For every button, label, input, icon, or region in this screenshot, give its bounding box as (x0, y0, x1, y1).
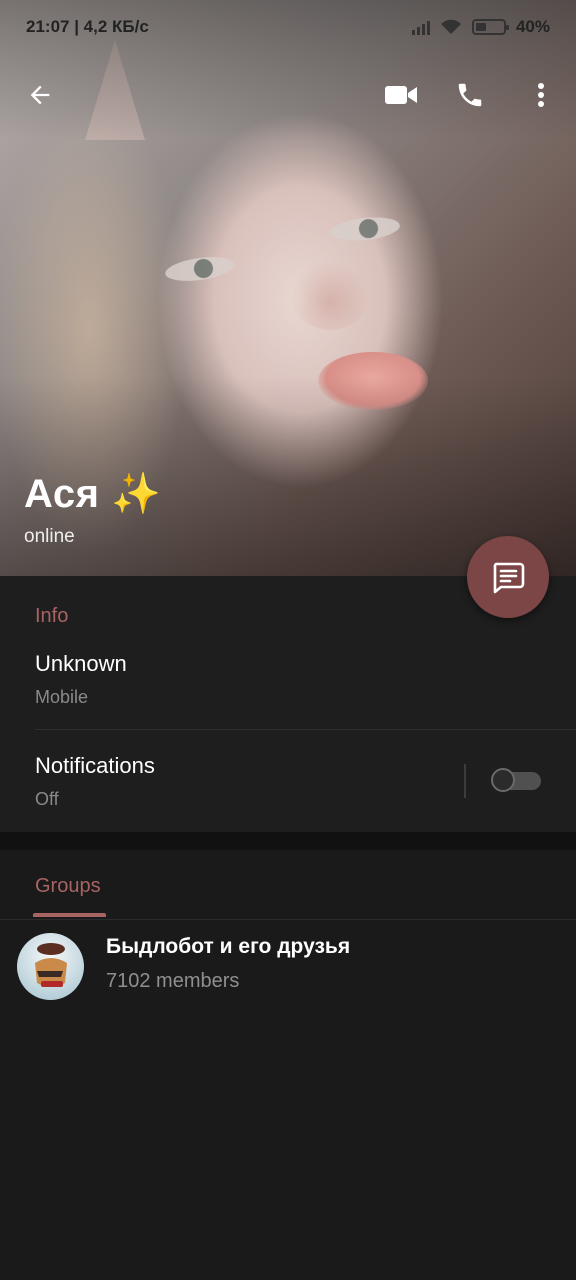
status-bar: 21:07 | 4,2 КБ/с 40% (0, 0, 576, 54)
battery-percent: 40% (515, 17, 550, 36)
section-gap (0, 832, 576, 850)
video-camera-icon (385, 86, 417, 104)
photo-eye-right (329, 214, 401, 244)
message-icon (493, 562, 525, 594)
group-avatar (17, 933, 84, 1000)
phone-label: Mobile (35, 687, 89, 707)
tab-indicator (33, 913, 106, 917)
photo-nose (290, 260, 370, 330)
vertical-separator (464, 764, 466, 798)
back-button[interactable] (15, 70, 65, 120)
status-time-speed: 21:07 | 4,2 КБ/с (26, 17, 149, 36)
video-call-button[interactable] (376, 70, 426, 120)
more-vertical-icon (538, 83, 544, 107)
battery-icon (471, 19, 509, 35)
phone-icon (458, 83, 482, 107)
phone-value[interactable]: Unknown (35, 651, 127, 677)
group-avatar-image (35, 943, 67, 987)
tab-groups[interactable]: Groups (35, 875, 101, 898)
group-members-count: 7102 members (106, 970, 240, 992)
profile-online-status: online (24, 526, 75, 547)
group-name: Быдлобот и его друзья (106, 935, 351, 958)
info-section-title: Info (35, 605, 69, 627)
photo-eye-left (163, 253, 237, 285)
divider (35, 729, 576, 730)
arrow-left-icon (30, 85, 50, 105)
wifi-icon (440, 19, 461, 34)
notifications-label[interactable]: Notifications (35, 753, 155, 779)
tab-divider (0, 919, 576, 920)
notifications-toggle[interactable] (491, 768, 541, 792)
send-message-button[interactable] (467, 536, 549, 618)
call-button[interactable] (445, 70, 495, 120)
signal-icon (411, 19, 430, 35)
more-options-button[interactable] (516, 70, 566, 120)
profile-name: Ася ✨ (24, 472, 162, 516)
notifications-value: Off (35, 789, 59, 809)
